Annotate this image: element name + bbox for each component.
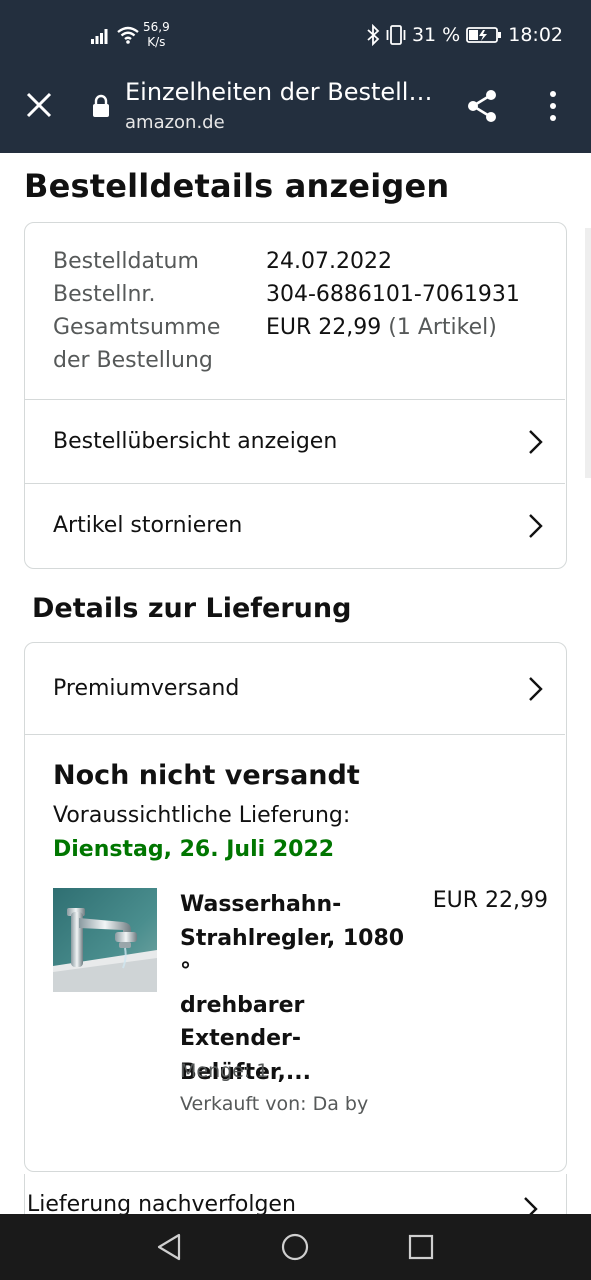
divider (25, 734, 565, 735)
order-summary-card: Bestelldatum 24.07.2022 Bestellnr. 304-6… (24, 222, 567, 569)
battery-percent: 31 % (411, 24, 461, 46)
order-date-label: Bestelldatum (53, 249, 199, 274)
order-number-row: Bestellnr. 304-6886101-7061931 (53, 278, 520, 311)
system-navigation-bar (0, 1214, 591, 1280)
page-title: Bestelldetails anzeigen (24, 167, 450, 205)
close-icon (26, 92, 52, 118)
chevron-right-icon (529, 513, 543, 538)
chevron-right-icon (529, 429, 543, 454)
product-title-line: drehbarer (180, 992, 305, 1018)
shipping-method-link[interactable]: Premiumversand (25, 643, 565, 734)
network-speed: 56,9 K/s (143, 20, 170, 50)
bluetooth-icon (367, 24, 380, 46)
chevron-right-icon[interactable] (522, 1196, 538, 1214)
expected-delivery-date: Dienstag, 26. Juli 2022 (53, 837, 335, 862)
network-speed-unit: K/s (147, 35, 166, 49)
product-title-line: Wasserhahn- (180, 892, 342, 917)
order-total-row: Gesamtsumme der Bestellung EUR 22,99 (1 … (53, 311, 520, 377)
lock-icon (93, 94, 109, 117)
page-content[interactable]: Bestelldetails anzeigen Bestelldatum 24.… (0, 153, 591, 1214)
view-order-summary-link[interactable]: Bestellübersicht anzeigen (25, 400, 565, 483)
order-number-label: Bestellnr. (53, 282, 156, 307)
scrollbar[interactable] (585, 228, 591, 478)
product-price: EUR 22,99 (432, 888, 548, 913)
order-date-row: Bestelldatum 24.07.2022 (53, 245, 520, 278)
close-button[interactable] (22, 88, 56, 122)
view-order-summary-label: Bestellübersicht anzeigen (53, 429, 338, 454)
home-icon[interactable] (281, 1233, 309, 1261)
order-date-value: 24.07.2022 (266, 249, 392, 274)
product-title-line: Extender- (180, 1026, 301, 1051)
vibrate-icon (386, 25, 406, 45)
wifi-icon (117, 26, 139, 44)
chevron-right-icon (529, 676, 543, 701)
order-number-value: 304-6886101-7061931 (266, 282, 520, 307)
order-total-label-line2: der Bestellung (53, 348, 213, 373)
share-icon[interactable] (464, 88, 500, 124)
product-title[interactable]: Wasserhahn- Strahlregler, 1080 ° drehbar… (180, 888, 420, 1089)
order-info: Bestelldatum 24.07.2022 Bestellnr. 304-6… (53, 245, 520, 377)
status-bar: 56,9 K/s 31 % 18:02 (0, 0, 591, 72)
cancel-items-label: Artikel stornieren (53, 513, 243, 538)
shipment-status: Noch nicht versandt (53, 760, 360, 791)
clock: 18:02 (508, 24, 563, 46)
faucet-image (53, 888, 157, 992)
back-icon[interactable] (156, 1233, 182, 1261)
delivery-section-heading: Details zur Lieferung (32, 593, 352, 624)
shipping-method-label: Premiumversand (53, 676, 240, 701)
browser-toolbar: Einzelheiten der Bestellu… amazon.de (0, 72, 591, 153)
delivery-card: Premiumversand Noch nicht versandt Vorau… (24, 642, 567, 1172)
expected-delivery-label: Voraussichtliche Lieferung: (53, 803, 351, 828)
battery-icon (466, 27, 502, 43)
status-right: 31 % 18:02 (366, 24, 563, 46)
product-title-line: Strahlregler, 1080 ° (180, 925, 405, 985)
browser-domain: amazon.de (125, 112, 225, 133)
product-seller: Verkauft von: Da by (180, 1093, 369, 1115)
order-total-items: (1 Artikel) (388, 315, 497, 340)
more-options-icon[interactable] (541, 88, 565, 124)
recent-apps-icon[interactable] (408, 1233, 434, 1261)
signal-icon (91, 29, 108, 44)
order-total-value: EUR 22,99 (1 Artikel) (266, 311, 497, 377)
order-total-label: Gesamtsumme der Bestellung (53, 311, 266, 377)
track-delivery-link[interactable]: Lieferung nachverfolgen (27, 1192, 296, 1214)
cancel-items-link[interactable]: Artikel stornieren (25, 484, 565, 567)
product-image[interactable] (53, 888, 157, 992)
browser-page-title: Einzelheiten der Bestellu… (125, 78, 445, 106)
product-quantity: Menge: 1 (180, 1060, 269, 1082)
order-total-label-line1: Gesamtsumme (53, 315, 221, 340)
network-speed-value: 56,9 (143, 20, 170, 34)
order-total-amount: EUR 22,99 (266, 315, 382, 340)
